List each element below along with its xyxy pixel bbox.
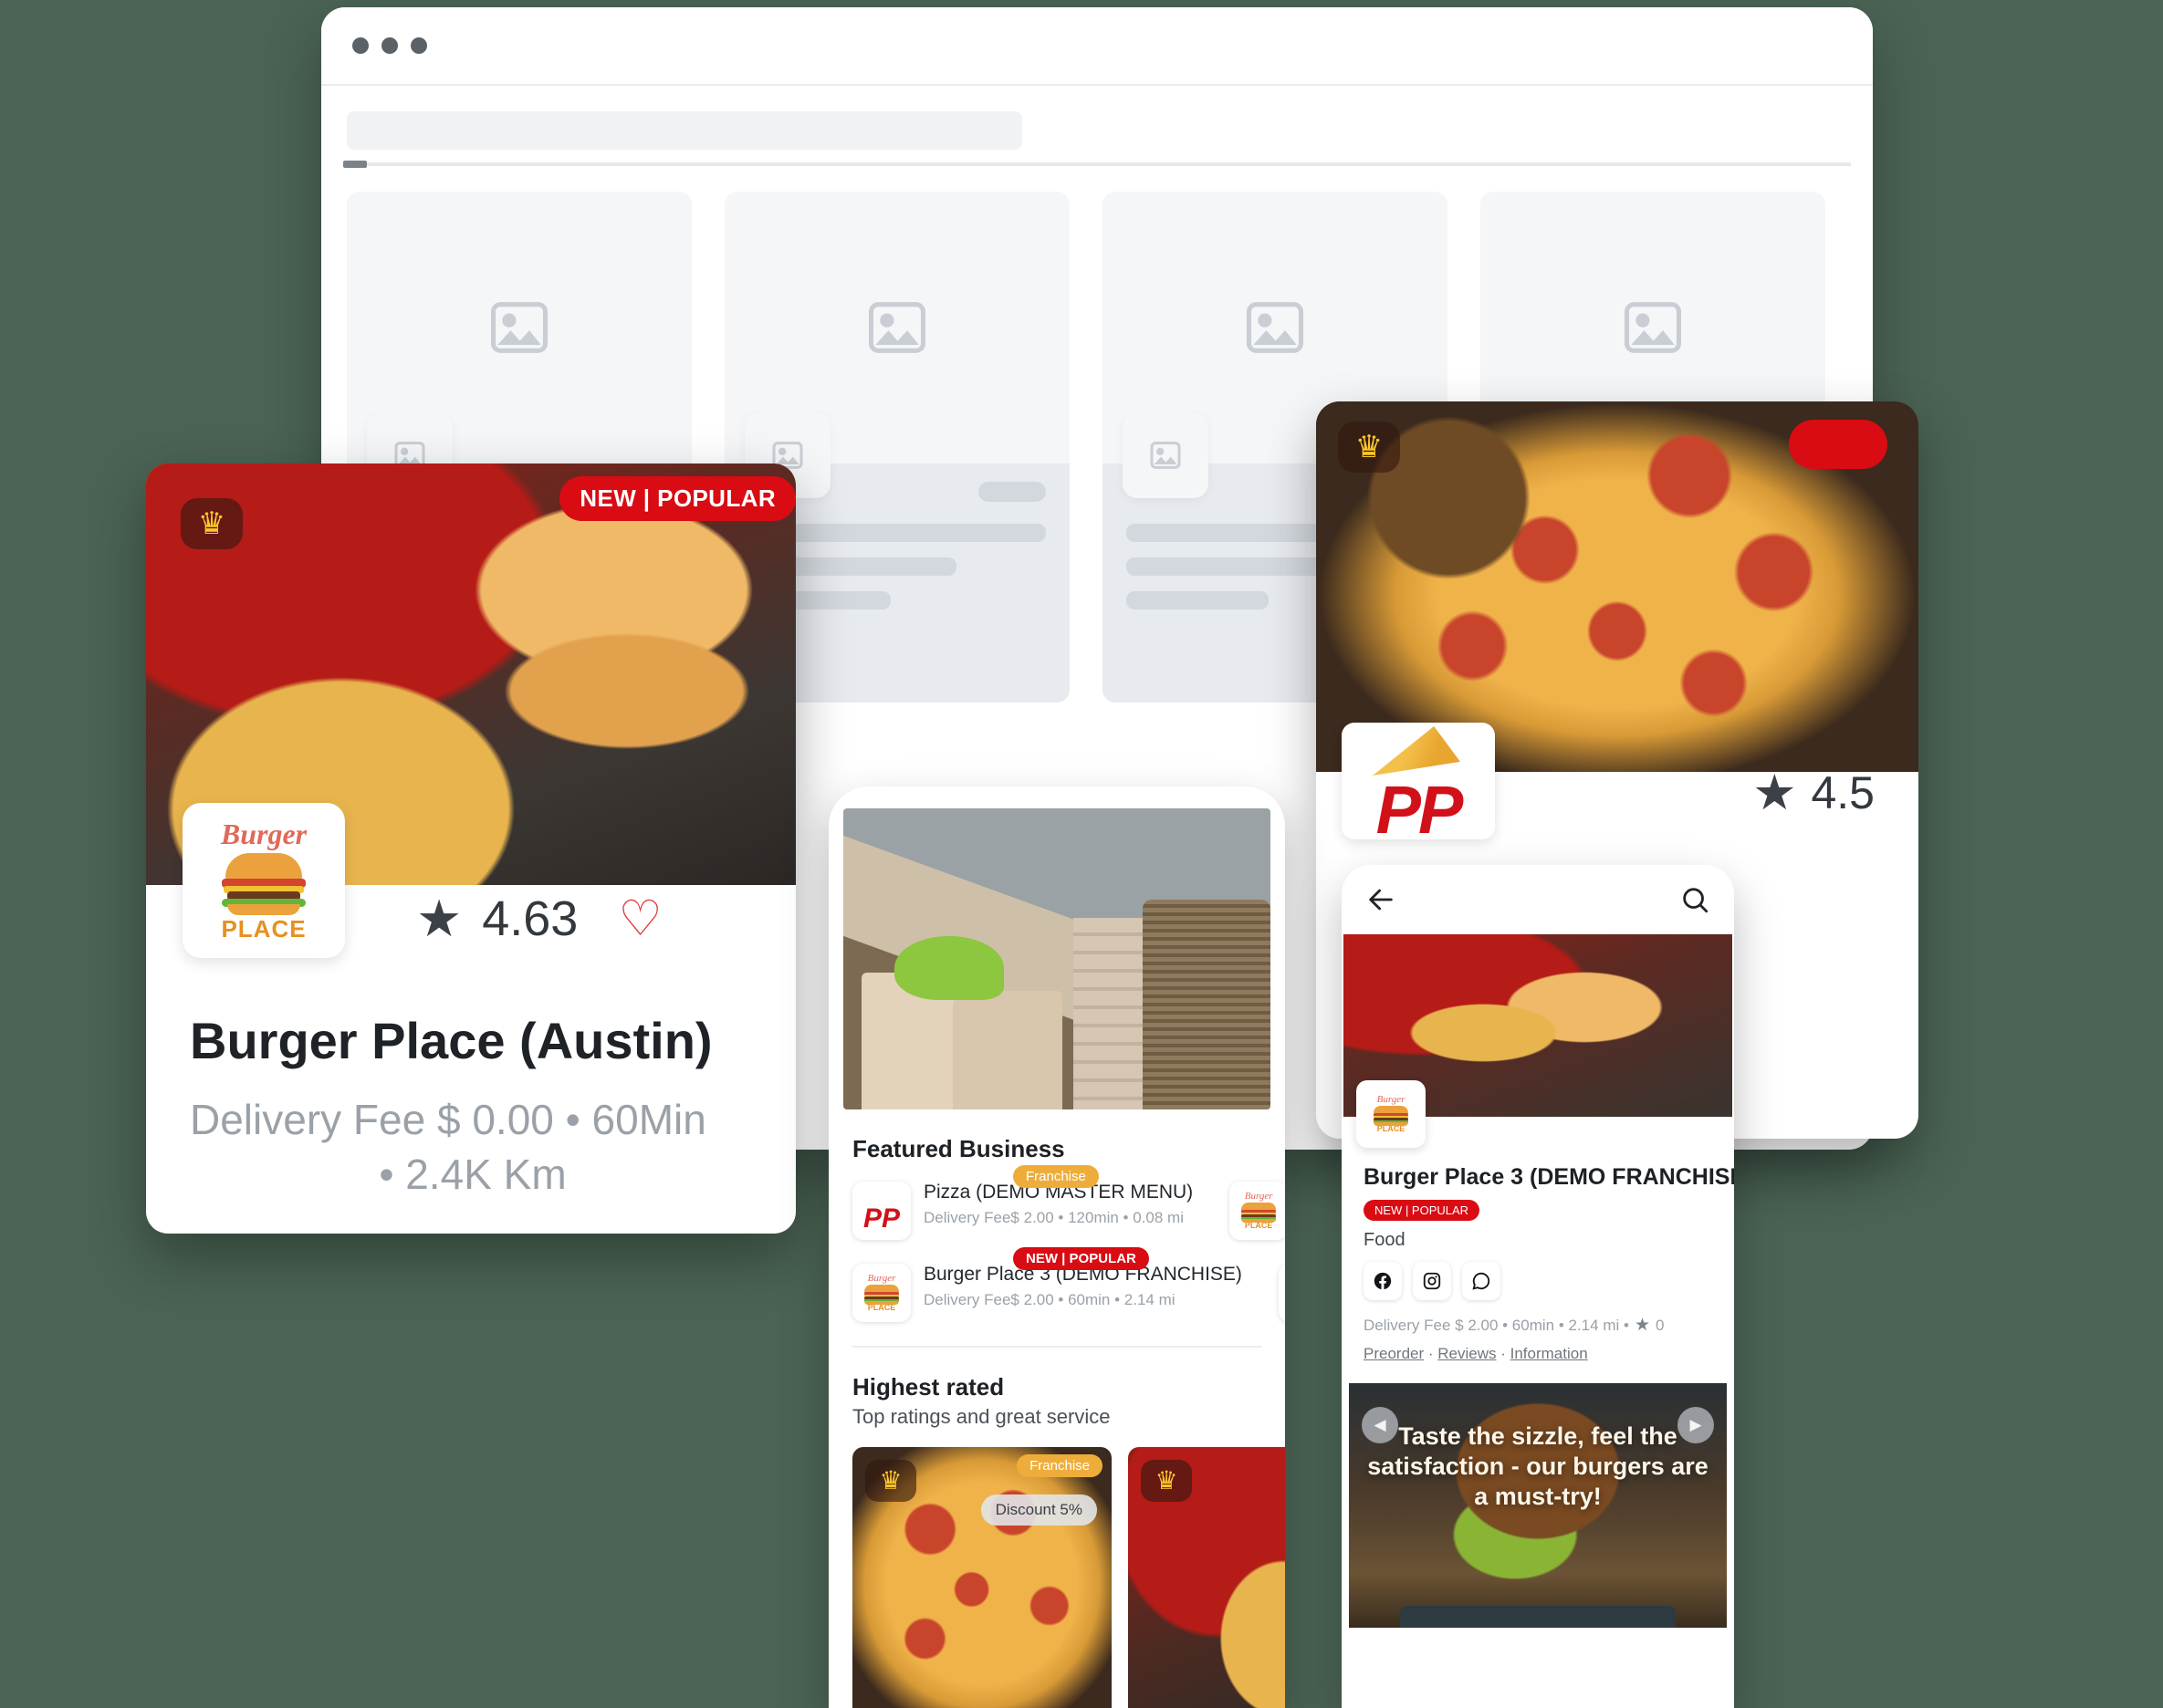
business-meta: Delivery Fee$ 2.00 • 120min • 0.08 mi	[924, 1209, 1184, 1226]
restaurant-meta-text: Delivery Fee $ 2.00 • 60min • 2.14 mi •	[1364, 1316, 1629, 1334]
burger-place-logo: Burger PLACE	[852, 1264, 911, 1322]
burger-subtitle: Delivery Fee $ 0.00 • 60Min • 2.4K Km	[190, 1093, 756, 1203]
burger-place-logo: Burger PLACE	[1356, 1080, 1426, 1148]
highest-rated-section: Highest rated Top ratings and great serv…	[829, 1348, 1285, 1429]
banner-base	[1400, 1606, 1676, 1628]
new-popular-badge: NEW | POPULAR	[1013, 1247, 1149, 1270]
restaurant-category: Food	[1364, 1230, 1405, 1250]
rated-card-burger[interactable]: ♛	[1128, 1447, 1285, 1708]
crown-icon: ♛	[1141, 1460, 1192, 1502]
delivery-hero-image	[843, 808, 1270, 1109]
promo-banner-text: Taste the sizzle, feel the satisfaction …	[1367, 1422, 1708, 1510]
list-item[interactable]: Burger PLACE Bur Deli	[1278, 1264, 1285, 1322]
pizza-rating-value: 4.5	[1811, 767, 1875, 818]
burger-subtitle-line2: • 2.4K Km	[379, 1150, 567, 1198]
heart-icon[interactable]: ♡	[618, 894, 662, 943]
burger-logo-word: Burger	[220, 818, 308, 850]
tab-information[interactable]: Information	[1510, 1345, 1588, 1362]
new-popular-badge: NEW | POPULAR	[1364, 1200, 1480, 1221]
restaurant-tabs: Preorder · Reviews · Information	[1364, 1345, 1712, 1363]
restaurant-hero-image: Burger PLACE	[1343, 934, 1732, 1148]
chevron-left-icon[interactable]: ◀	[1362, 1407, 1398, 1443]
restaurant-info: Burger Place 3 (DEMO FRANCHISE) NEW | PO…	[1342, 1117, 1734, 1363]
business-meta: Delivery Fee$ 2.00 • 60min • 2.14 mi	[924, 1291, 1176, 1308]
pp-logo: PP	[852, 1182, 911, 1240]
franchise-tag: Franchise	[1017, 1454, 1102, 1477]
toolbar-divider	[343, 161, 1851, 168]
image-placeholder-icon	[868, 302, 926, 353]
list-item[interactable]: Burger PLACE Bur Deli	[1229, 1182, 1285, 1240]
rated-card-pizza[interactable]: ♛ Franchise Discount 5%	[852, 1447, 1112, 1708]
url-bar-skeleton[interactable]	[347, 111, 1022, 150]
burger-subtitle-line1: Delivery Fee $ 0.00 • 60Min	[190, 1096, 706, 1143]
window-maximize-dot[interactable]	[411, 37, 427, 54]
chevron-right-icon[interactable]: ▶	[1677, 1407, 1714, 1443]
page-title: Burger Place 3 (DEMO FRANCHISE)	[1364, 1164, 1734, 1190]
restaurant-meta-rating: 0	[1655, 1316, 1665, 1334]
burger-logo-graphic: Burger PLACE	[1238, 1192, 1280, 1230]
tab-reviews[interactable]: Reviews	[1437, 1345, 1496, 1362]
burger-place-logo: Burger PLACE	[1229, 1182, 1285, 1240]
search-icon[interactable]	[1679, 884, 1710, 915]
burger-title: Burger Place (Austin)	[190, 1012, 713, 1069]
restaurant-meta: Delivery Fee $ 2.00 • 60min • 2.14 mi • …	[1364, 1315, 1712, 1336]
image-placeholder-icon	[1246, 302, 1304, 353]
burger-restaurant-card[interactable]: ♛ NEW | POPULAR Burger PLACE ★ 4.63 ♡ Bu…	[146, 463, 796, 1234]
highest-rated-heading: Highest rated	[852, 1373, 1005, 1401]
burger-logo-graphic: Burger PLACE	[1370, 1095, 1412, 1133]
image-placeholder-icon	[1624, 302, 1682, 353]
burger-logo-graphic: Burger PLACE	[861, 1274, 903, 1312]
star-icon: ★	[1634, 1316, 1650, 1335]
featured-business-heading: Featured Business	[852, 1135, 1065, 1162]
list-item[interactable]: Franchise PP Pizza (DEMO MASTER MENU) De…	[852, 1165, 1193, 1240]
pizza-rating: ★ 4.5	[1752, 766, 1875, 819]
crown-icon: ♛	[181, 498, 243, 549]
skeleton-line	[1126, 591, 1270, 609]
burger-rating-value: 4.63	[482, 891, 579, 946]
skeleton-chip	[978, 482, 1046, 502]
burger-place-logo: Burger PLACE	[1278, 1264, 1285, 1322]
pizza-favorite-pill[interactable]	[1789, 420, 1887, 469]
app-bar	[1342, 865, 1734, 934]
pizza-hero-image: ♛	[1316, 401, 1918, 772]
list-item[interactable]: NEW | POPULAR Burger PLACE Burger Place …	[852, 1247, 1242, 1322]
star-icon: ★	[416, 890, 463, 947]
image-placeholder-icon	[1150, 442, 1181, 469]
phone-right: Burger PLACE Burger Place 3 (DEMO FRANCH…	[1342, 865, 1734, 1708]
whatsapp-icon[interactable]	[1462, 1262, 1500, 1300]
back-arrow-icon[interactable]	[1365, 884, 1396, 915]
crown-icon: ♛	[1338, 422, 1400, 473]
pizza-slice-icon	[1373, 726, 1460, 776]
facebook-icon[interactable]	[1364, 1262, 1402, 1300]
tab-separator: ·	[1496, 1345, 1510, 1362]
tab-separator: ·	[1424, 1345, 1438, 1362]
social-links	[1364, 1262, 1712, 1300]
promo-banner: Taste the sizzle, feel the satisfaction …	[1349, 1383, 1727, 1628]
franchise-tag: Franchise	[1013, 1165, 1099, 1188]
burger-logo-graphic	[220, 853, 308, 915]
burger-place-logo: Burger PLACE	[183, 803, 345, 958]
window-minimize-dot[interactable]	[381, 37, 398, 54]
featured-business-section: Featured Business Franchise PP Pizza (DE…	[829, 1109, 1285, 1322]
highest-rated-carousel[interactable]: ♛ Franchise Discount 5% ♛	[829, 1447, 1285, 1708]
instagram-icon[interactable]	[1413, 1262, 1451, 1300]
image-placeholder-icon	[490, 302, 549, 353]
discount-badge: Discount 5%	[980, 1494, 1097, 1526]
star-icon: ★	[1752, 765, 1797, 820]
burger-logo-place: PLACE	[221, 915, 307, 943]
featured-row: Franchise PP Pizza (DEMO MASTER MENU) De…	[852, 1165, 1285, 1240]
tab-preorder[interactable]: Preorder	[1364, 1345, 1424, 1362]
phone-left: Featured Business Franchise PP Pizza (DE…	[829, 786, 1285, 1708]
skeleton-line	[1126, 557, 1335, 576]
window-close-dot[interactable]	[352, 37, 369, 54]
burger-rating-row: ★ 4.63 ♡	[416, 890, 663, 947]
featured-row: NEW | POPULAR Burger PLACE Burger Place …	[852, 1247, 1285, 1322]
crown-icon: ♛	[865, 1460, 916, 1502]
browser-title-bar	[321, 7, 1873, 86]
highest-rated-subheading: Top ratings and great service	[852, 1405, 1111, 1428]
pizza-logo-text: PP	[1375, 772, 1464, 839]
new-popular-badge: NEW | POPULAR	[559, 476, 796, 521]
pizza-brand-logo: PP	[1342, 723, 1495, 839]
skeleton-avatar	[1123, 412, 1208, 498]
